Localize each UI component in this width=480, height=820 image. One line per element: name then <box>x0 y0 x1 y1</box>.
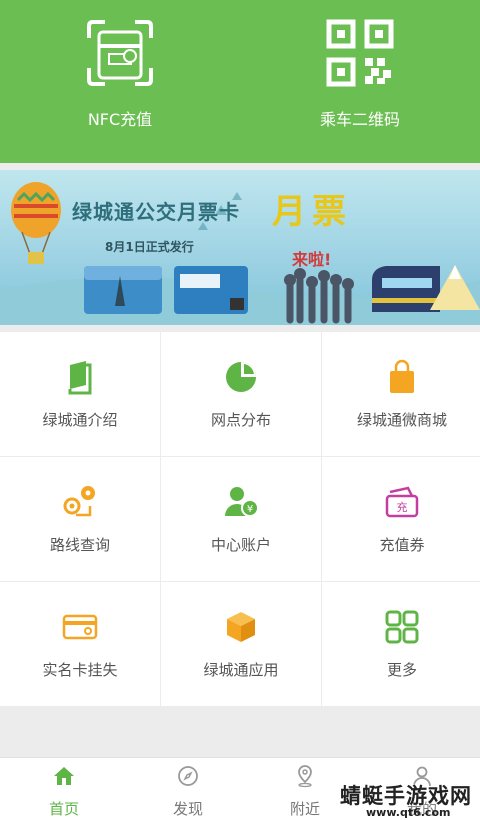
tab-home[interactable]: 首页 <box>14 764 114 819</box>
banner-big-text: 月票 <box>272 192 352 232</box>
more-grid-icon <box>385 610 419 643</box>
grid-item-label: 更多 <box>386 660 417 679</box>
shopping-bag-icon <box>390 359 414 393</box>
nfc-recharge-button[interactable]: NFC充值 <box>20 18 220 138</box>
grid-item-route[interactable]: 路线查询 <box>0 457 160 581</box>
grid-item-label: 绿城通应用 <box>203 660 279 679</box>
location-icon <box>298 765 312 788</box>
pie-chart-icon <box>226 361 256 392</box>
tab-home-label: 首页 <box>48 800 79 818</box>
grid-item-label: 实名卡挂失 <box>42 660 118 679</box>
cube-icon <box>227 611 255 642</box>
voucher-icon-text: 充 <box>397 500 408 514</box>
grid-item-label: 网点分布 <box>210 410 271 429</box>
compass-icon <box>178 766 198 786</box>
route-icon <box>63 485 95 516</box>
banner-exclaim: 来啦! <box>292 250 332 269</box>
watermark-url: www.qt6.com <box>366 806 451 819</box>
grid-item-intro[interactable]: 绿城通介绍 <box>0 332 160 456</box>
grid-item-label: 绿城通微商城 <box>356 410 447 429</box>
grid-item-apps[interactable]: 绿城通应用 <box>161 582 321 706</box>
tab-discover-label: 发现 <box>172 800 203 818</box>
ride-qr-code-button[interactable]: 乘车二维码 <box>260 18 460 138</box>
book-icon <box>68 360 92 394</box>
grid-item-report-loss[interactable]: 实名卡挂失 <box>0 582 160 706</box>
home-icon <box>54 767 74 785</box>
grid-item-mall[interactable]: 绿城通微商城 <box>322 332 480 456</box>
grid-item-outlets[interactable]: 网点分布 <box>161 332 321 456</box>
banner-title: 绿城通公交月票卡 <box>72 200 240 224</box>
card-icon <box>62 614 98 639</box>
svg-text:¥: ¥ <box>247 504 253 515</box>
banner-illustration <box>0 182 480 325</box>
header-bar: NFC充值 乘车二维码 <box>0 0 480 163</box>
feature-grid: 绿城通介绍 网点分布 绿城通微商城 路线查询 ¥ 中心账户 充 充值券 实名卡挂… <box>0 332 480 706</box>
grid-item-label: 中心账户 <box>210 535 271 554</box>
ride-qr-code-label: 乘车二维码 <box>319 110 400 129</box>
grid-item-more[interactable]: 更多 <box>322 582 480 706</box>
grid-item-account[interactable]: ¥ 中心账户 <box>161 457 321 581</box>
banner-subtitle: 8月1日正式发行 <box>105 240 194 254</box>
qr-code-icon <box>326 19 394 87</box>
nfc-recharge-label: NFC充值 <box>87 110 153 129</box>
promo-banner[interactable]: 绿城通公交月票卡 8月1日正式发行 月票 来啦! <box>0 170 480 325</box>
nfc-card-icon <box>87 20 153 86</box>
tab-discover[interactable]: 发现 <box>138 764 238 819</box>
grid-item-label: 绿城通介绍 <box>42 410 118 429</box>
user-account-icon: ¥ <box>225 486 259 517</box>
grid-item-label: 路线查询 <box>49 535 110 554</box>
grid-item-voucher[interactable]: 充 充值券 <box>322 457 480 581</box>
grid-item-label: 充值券 <box>379 535 425 554</box>
voucher-icon: 充 <box>385 486 419 517</box>
site-watermark: 蜻蜓手游戏网 www.qt6.com <box>336 780 480 819</box>
